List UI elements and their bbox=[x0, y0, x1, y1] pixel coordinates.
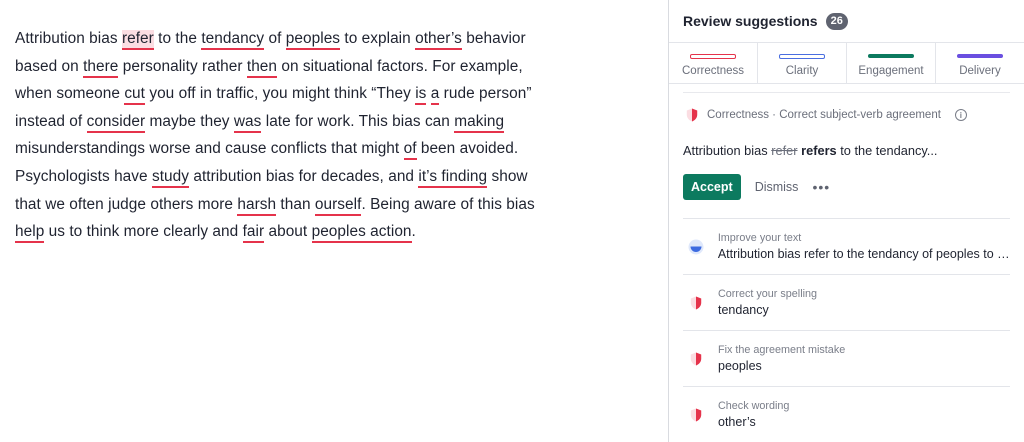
flagged-word[interactable]: tendancy bbox=[201, 30, 265, 50]
flagged-word[interactable]: making bbox=[454, 112, 505, 133]
flagged-word[interactable]: help bbox=[15, 223, 45, 244]
flagged-word[interactable]: cut bbox=[124, 85, 145, 106]
text-segment: late for work. This bias can bbox=[261, 112, 455, 130]
text-segment: personality rather bbox=[118, 57, 247, 75]
flagged-word[interactable]: of bbox=[403, 140, 417, 161]
suggestion-text: Improve your text Attribution bias refer … bbox=[718, 232, 1010, 261]
suggestion-label: Check wording bbox=[718, 400, 790, 412]
document-paragraph[interactable]: Attribution bias refer to the tendancy o… bbox=[15, 25, 535, 246]
text-segment: of bbox=[264, 30, 286, 47]
text-segment: attribution bias for decades, and bbox=[189, 167, 419, 185]
text-segment: us to think more clearly and bbox=[44, 223, 243, 241]
suggestion-text: Fix the agreement mistake peoples bbox=[718, 344, 845, 373]
flagged-word[interactable]: is bbox=[415, 85, 427, 106]
flagged-word[interactable]: study bbox=[151, 167, 190, 188]
text-segment: you off in traffic, you might think “The… bbox=[145, 85, 416, 103]
text-segment: to explain bbox=[340, 30, 416, 47]
card-category: Correctness · Correct subject-verb agree… bbox=[707, 109, 941, 121]
suggestion-count-badge: 26 bbox=[825, 12, 848, 30]
text-segment: about bbox=[264, 223, 312, 241]
flagged-word[interactable]: peoples bbox=[285, 30, 341, 50]
flagged-word[interactable]: harsh bbox=[237, 195, 277, 216]
preview-removed-word: refer bbox=[771, 143, 798, 158]
suggestion-card[interactable]: Correctness · Correct subject-verb agree… bbox=[683, 107, 1010, 200]
tab-label: Delivery bbox=[959, 65, 1001, 77]
tab-indicator bbox=[868, 54, 914, 58]
suggestion-list-item[interactable]: Improve your text Attribution bias refer … bbox=[683, 218, 1010, 274]
suggestion-list: Improve your text Attribution bias refer … bbox=[683, 218, 1010, 442]
suggestion-value: other’s bbox=[718, 415, 756, 429]
preview-text-before: Attribution bias bbox=[683, 143, 772, 158]
tab-label: Clarity bbox=[785, 65, 819, 77]
flagged-word[interactable]: peoples action bbox=[311, 223, 412, 244]
text-segment: to the bbox=[153, 30, 202, 47]
accept-button[interactable]: Accept bbox=[683, 174, 741, 200]
tab-correctness[interactable]: Correctness bbox=[669, 43, 758, 83]
text-segment: misunderstandings worse and cause confli… bbox=[15, 140, 404, 158]
text-segment: Attribution bias bbox=[15, 30, 122, 47]
tab-indicator bbox=[957, 54, 1003, 58]
tab-engagement[interactable]: Engagement bbox=[847, 43, 936, 83]
suggestion-text: Check wording other’s bbox=[718, 400, 789, 429]
flagged-word[interactable]: it’s finding bbox=[418, 167, 488, 188]
suggestion-value: peoples bbox=[718, 359, 762, 373]
suggestion-text: Correct your spelling tendancy bbox=[718, 288, 817, 317]
tab-delivery[interactable]: Delivery bbox=[936, 43, 1024, 83]
card-actions: Accept Dismiss ••• bbox=[683, 174, 1010, 200]
text-segment: . bbox=[411, 223, 416, 241]
flagged-word[interactable]: fair bbox=[242, 223, 265, 244]
suggestion-label: Correct your spelling bbox=[718, 288, 818, 300]
sidebar-header: Review suggestions 26 bbox=[669, 0, 1024, 42]
review-sidebar: Review suggestions 26 Correctness Clarity… bbox=[668, 0, 1024, 442]
flagged-word[interactable]: ourself bbox=[314, 195, 362, 216]
suggestion-list-item[interactable]: Correct your spelling tendancy bbox=[683, 274, 1010, 330]
suggestion-list-item[interactable]: Fix the agreement mistake peoples bbox=[683, 330, 1010, 386]
flagged-word[interactable]: was bbox=[233, 112, 262, 133]
flagged-word[interactable]: there bbox=[83, 57, 119, 78]
card-header: Correctness · Correct subject-verb agree… bbox=[683, 107, 1010, 123]
flagged-word[interactable]: consider bbox=[86, 112, 146, 133]
correctness-shield-icon bbox=[686, 352, 706, 366]
preview-text-after: to the tendancy... bbox=[836, 143, 938, 158]
flagged-word[interactable]: refer bbox=[121, 30, 154, 50]
suggestion-label: Improve your text bbox=[717, 232, 802, 244]
flagged-word[interactable]: other’s bbox=[415, 30, 462, 50]
preview-replacement-word: refers bbox=[801, 143, 837, 158]
tab-label: Correctness bbox=[682, 65, 744, 77]
tab-indicator bbox=[690, 54, 736, 59]
suggestion-value: tendancy bbox=[718, 303, 769, 317]
correctness-shield-icon bbox=[686, 408, 706, 422]
suggestion-list-item[interactable]: Check wording other’s bbox=[683, 386, 1010, 442]
text-segment: . Being aware of this bias bbox=[361, 195, 535, 213]
divider bbox=[683, 92, 1010, 93]
more-options-button[interactable]: ••• bbox=[812, 179, 830, 195]
correctness-shield-icon bbox=[685, 107, 699, 123]
document-editor[interactable]: Attribution bias refer to the tendancy o… bbox=[0, 0, 668, 442]
correctness-shield-icon bbox=[686, 296, 706, 310]
text-segment: than bbox=[276, 195, 315, 213]
text-segment: maybe they bbox=[145, 112, 234, 130]
suggestion-value: Attribution bias refer to the tendancy o… bbox=[717, 247, 1010, 261]
dismiss-button[interactable]: Dismiss bbox=[755, 180, 799, 194]
card-preview: Attribution bias refer refers to the ten… bbox=[683, 143, 1010, 158]
sidebar-title: Review suggestions bbox=[683, 13, 818, 29]
tab-label: Engagement bbox=[858, 65, 924, 77]
tab-indicator bbox=[779, 54, 825, 59]
tab-clarity[interactable]: Clarity bbox=[758, 43, 847, 83]
improve-icon bbox=[686, 239, 706, 255]
info-icon[interactable]: i bbox=[954, 109, 967, 121]
suggestion-label: Fix the agreement mistake bbox=[718, 344, 846, 356]
category-tabs: Correctness Clarity Engagement Delivery bbox=[669, 42, 1024, 84]
flagged-word[interactable]: then bbox=[246, 57, 278, 78]
